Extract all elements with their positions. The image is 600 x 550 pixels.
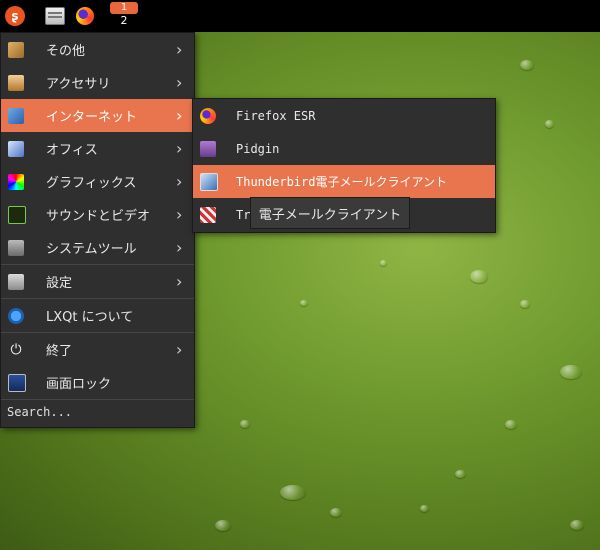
water-drop: [470, 270, 488, 283]
water-drop: [455, 470, 466, 478]
submenu-item-firefox[interactable]: Firefox ESR: [193, 99, 495, 132]
submenu-item-pidgin[interactable]: Pidgin: [193, 132, 495, 165]
menu-item-internet[interactable]: インターネット ›: [1, 99, 194, 132]
submenu-item-label: Firefox ESR: [236, 108, 316, 123]
chevron-right-icon: ›: [176, 73, 183, 92]
menu-item-label: システムツール: [46, 242, 137, 257]
chevron-right-icon: ›: [176, 340, 183, 359]
menu-item-label: オフィス: [46, 143, 98, 158]
submenu-item-label: Pidgin: [236, 141, 280, 156]
menu-item-multimedia[interactable]: サウンドとビデオ ›: [1, 198, 194, 231]
lock-screen-icon: [8, 373, 26, 392]
system-tools-icon: [8, 239, 24, 256]
menu-item-system-tools[interactable]: システムツール ›: [1, 231, 194, 264]
water-drop: [520, 300, 530, 308]
firefox-launcher[interactable]: [74, 3, 96, 29]
water-drop: [380, 260, 387, 266]
water-drop: [560, 365, 582, 379]
file-manager-launcher[interactable]: [44, 3, 66, 29]
lxqt-icon: [8, 307, 24, 324]
workspace-badge: 1: [110, 2, 138, 14]
submenu-item-label: Tr: [236, 207, 251, 222]
other-apps-icon: [8, 41, 24, 58]
water-drop: [240, 420, 250, 428]
menu-item-label: 画面ロック: [46, 377, 112, 392]
water-drop: [505, 420, 517, 429]
menu-item-leave[interactable]: ⏻ 終了 ›: [1, 333, 194, 366]
power-icon: ⏻: [10, 341, 22, 358]
chevron-right-icon: ›: [176, 205, 183, 224]
water-drop: [215, 520, 231, 531]
top-panel: ʂ 1 2: [0, 0, 600, 32]
menu-item-settings[interactable]: 設定 ›: [1, 265, 194, 298]
chevron-right-icon: ›: [176, 139, 183, 158]
menu-item-label: アクセサリ: [46, 77, 111, 92]
water-drop: [330, 508, 342, 517]
menu-item-label: LXQt について: [46, 310, 134, 325]
firefox-icon: [76, 7, 94, 25]
chevron-right-icon: ›: [176, 272, 183, 291]
menu-item-graphics[interactable]: グラフィックス ›: [1, 165, 194, 198]
chevron-right-icon: ›: [176, 238, 183, 257]
menu-item-accessories[interactable]: アクセサリ ›: [1, 66, 194, 99]
menu-item-about-lxqt[interactable]: LXQt について: [1, 299, 194, 332]
menu-search-input[interactable]: Search...: [7, 405, 72, 419]
graphics-icon: [8, 173, 24, 190]
menu-item-label: その他: [46, 44, 86, 59]
water-drop: [280, 485, 306, 500]
menu-item-label: 設定: [46, 276, 73, 291]
application-menu: その他 › アクセサリ › インターネット › オフィス › グラフィックス ›…: [0, 32, 195, 428]
water-drop: [420, 505, 429, 512]
menu-separator: [1, 399, 194, 400]
submenu-item-thunderbird[interactable]: Thunderbird電子メールクライアント: [193, 165, 495, 198]
workspace-number: 2: [120, 14, 128, 27]
menu-item-label: 終了: [46, 344, 73, 359]
water-drop: [520, 60, 534, 70]
distro-logo-icon: ʂ: [5, 6, 25, 26]
menu-item-label: グラフィックス: [46, 176, 137, 191]
submenu-item-label: Thunderbird電子メールクライアント: [236, 175, 447, 189]
chevron-right-icon: ›: [176, 106, 183, 125]
settings-icon: [8, 273, 24, 290]
menu-item-other[interactable]: その他 ›: [1, 33, 194, 66]
water-drop: [545, 120, 554, 128]
multimedia-icon: [8, 205, 26, 224]
file-manager-icon: [45, 7, 65, 25]
chevron-right-icon: ›: [176, 40, 183, 59]
water-drop: [570, 520, 584, 530]
menu-item-office[interactable]: オフィス ›: [1, 132, 194, 165]
start-menu-button[interactable]: ʂ: [2, 3, 28, 29]
transmission-icon: [200, 206, 216, 223]
firefox-icon: [200, 107, 216, 124]
internet-icon: [8, 107, 24, 124]
menu-item-label: インターネット: [46, 110, 138, 125]
chevron-right-icon: ›: [176, 172, 183, 191]
thunderbird-icon: [200, 172, 218, 191]
office-icon: [8, 140, 24, 157]
menu-item-label: サウンドとビデオ: [46, 209, 151, 224]
tooltip: 電子メールクライアント: [250, 197, 410, 229]
water-drop: [300, 300, 308, 306]
pidgin-icon: [200, 140, 216, 157]
accessories-icon: [8, 74, 24, 91]
menu-item-lock-screen[interactable]: 画面ロック: [1, 366, 194, 399]
workspace-switcher[interactable]: 1 2: [110, 2, 138, 30]
